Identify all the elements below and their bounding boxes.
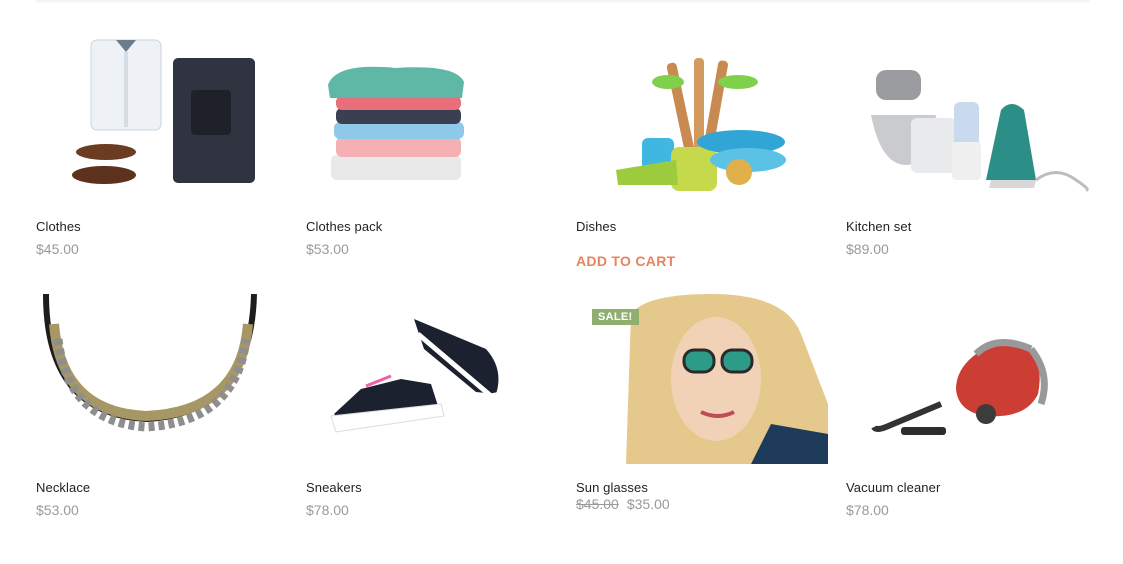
old-price: $45.00 — [576, 496, 619, 512]
clothes-image[interactable] — [36, 30, 296, 200]
product-price: $78.00 — [846, 502, 889, 518]
clothes-pack-image[interactable] — [306, 30, 566, 200]
price-value: $53.00 — [36, 502, 79, 518]
product-name[interactable]: Dishes — [576, 219, 616, 234]
necklace-image[interactable] — [36, 294, 296, 464]
product-price: $53.00 — [36, 502, 79, 518]
sneakers-image[interactable] — [306, 294, 566, 464]
product-card-necklace[interactable]: Necklace $53.00 — [36, 294, 296, 524]
product-card-vacuum-cleaner[interactable]: Vacuum cleaner $78.00 — [846, 294, 1106, 524]
product-card-kitchen-set[interactable]: Kitchen set $89.00 — [846, 30, 1106, 260]
product-name[interactable]: Vacuum cleaner — [846, 480, 940, 495]
product-price: $53.00 — [306, 241, 349, 257]
product-name[interactable]: Sneakers — [306, 480, 362, 495]
product-card-sneakers[interactable]: Sneakers $78.00 — [306, 294, 566, 524]
price-value: $53.00 — [306, 241, 349, 257]
product-name[interactable]: Sun glasses — [576, 480, 648, 495]
price-value: $78.00 — [306, 502, 349, 518]
product-card-clothes[interactable]: Clothes $45.00 — [36, 30, 296, 260]
dishes-image[interactable] — [576, 30, 836, 200]
product-name[interactable]: Necklace — [36, 480, 90, 495]
product-card-clothes-pack[interactable]: Clothes pack $53.00 — [306, 30, 566, 260]
product-price: $45.00 $35.00 — [576, 496, 670, 512]
product-name[interactable]: Kitchen set — [846, 219, 911, 234]
price-value: $45.00 — [36, 241, 79, 257]
product-price: $89.00 — [846, 241, 889, 257]
product-name[interactable]: Clothes — [36, 219, 81, 234]
kitchen-set-image[interactable] — [846, 30, 1106, 200]
product-price: $45.00 — [36, 241, 79, 257]
vacuum-cleaner-image[interactable] — [846, 294, 1106, 464]
product-card-sun-glasses[interactable]: SALE! Sun glasses $45.00 $35.00 — [576, 294, 836, 524]
product-card-dishes[interactable]: Dishes ADD TO CART — [576, 30, 836, 270]
sale-badge: SALE! — [592, 309, 639, 325]
top-divider — [36, 0, 1090, 4]
price-value: $78.00 — [846, 502, 889, 518]
add-to-cart-button[interactable]: ADD TO CART — [576, 253, 675, 269]
price-value: $89.00 — [846, 241, 889, 257]
price-value: $35.00 — [626, 496, 670, 512]
product-price: $78.00 — [306, 502, 349, 518]
product-name[interactable]: Clothes pack — [306, 219, 382, 234]
